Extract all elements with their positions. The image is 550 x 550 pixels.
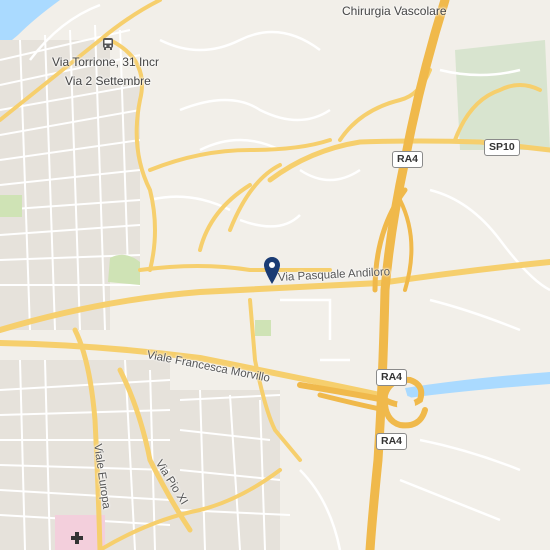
road-shield-ra4-bottom: RA4	[376, 433, 408, 450]
hospital-cross-icon[interactable]	[70, 531, 84, 545]
bus-icon-glyph	[103, 38, 113, 50]
park-area-3	[255, 320, 271, 336]
hospital-cross-glyph	[71, 532, 83, 544]
bus-stop-label-line2[interactable]: Via 2 Settembre	[65, 74, 151, 88]
road-shield-ra4-mid: RA4	[376, 369, 408, 386]
road-shield-ra4-top: RA4	[392, 151, 424, 168]
city-blocks	[0, 40, 280, 550]
poi-chirurgia-vascolare-label[interactable]: Chirurgia Vascolare	[342, 4, 447, 18]
river	[405, 372, 550, 398]
bus-stop-label-line1[interactable]: Via Torrione, 31 Incr	[52, 55, 159, 69]
location-pin-glyph	[264, 257, 280, 284]
green-fields	[455, 40, 550, 150]
park-area	[108, 254, 140, 285]
map-view[interactable]: Chirurgia Vascolare Via Torrione, 31 Inc…	[0, 0, 550, 550]
road-shield-sp10: SP10	[484, 139, 520, 156]
bus-icon[interactable]	[101, 37, 115, 51]
interchange-loop	[397, 396, 415, 414]
park-area-2	[0, 195, 22, 217]
location-pin-icon[interactable]	[263, 256, 281, 286]
